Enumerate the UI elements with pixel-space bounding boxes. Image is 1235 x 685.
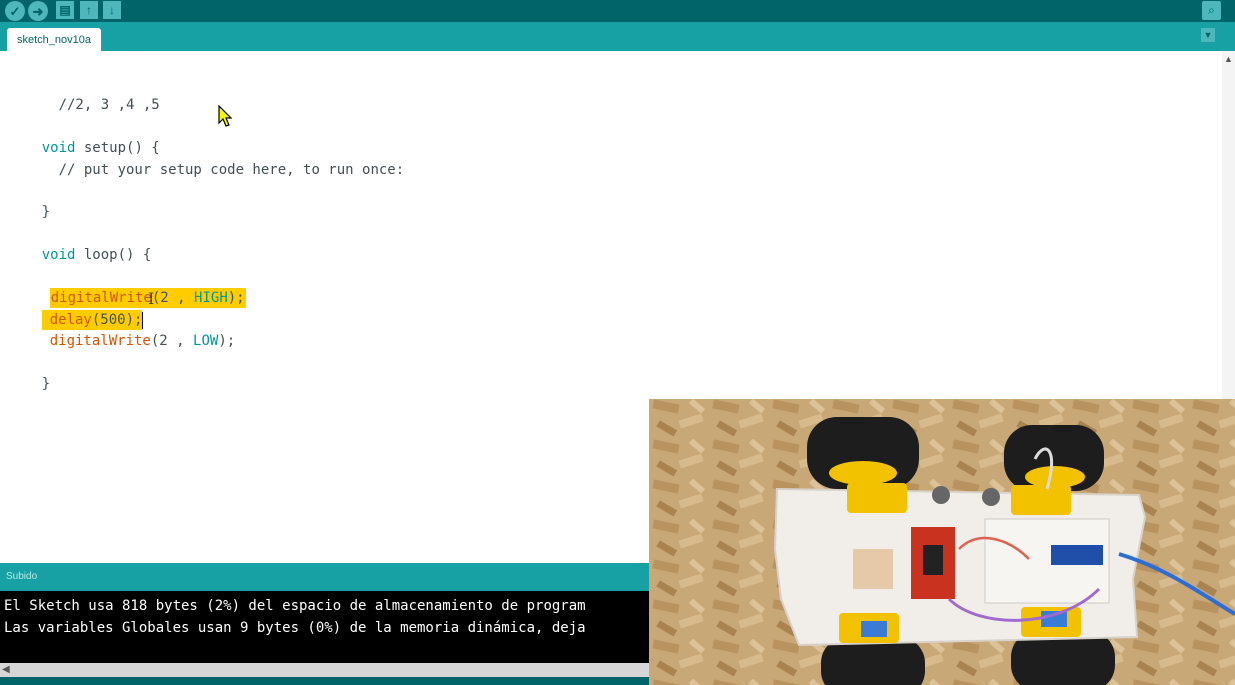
verify-button[interactable]: ✓ xyxy=(5,1,25,21)
code-line: } xyxy=(8,182,50,220)
arrow-right-icon: ➜ xyxy=(32,3,44,19)
upload-button[interactable]: ➜ xyxy=(28,1,48,21)
code-text: } xyxy=(41,376,51,392)
scroll-up-icon[interactable]: ▲ xyxy=(1222,53,1235,65)
toolbar: ✓ ➜ ▤ ↑ ↓ ⌕ xyxy=(0,0,1235,22)
robot-car-image xyxy=(649,399,1235,685)
tab-bar: sketch_nov10a ▼ xyxy=(0,22,1235,51)
code-text: ); xyxy=(218,333,236,349)
code-line: // put your setup code here, to run once… xyxy=(8,140,405,178)
arrow-down-icon: ↓ xyxy=(109,3,115,17)
constant: HIGH xyxy=(194,290,228,306)
function-name: loop xyxy=(75,247,118,263)
console-line: El Sketch usa 818 bytes (2%) del espacio… xyxy=(4,598,586,614)
new-sketch-button[interactable]: ▤ xyxy=(56,1,74,19)
code-text: ); xyxy=(227,290,245,306)
code-line: void setup() { xyxy=(8,118,160,156)
open-sketch-button[interactable]: ↑ xyxy=(80,1,98,19)
file-icon: ▤ xyxy=(59,3,71,17)
save-sketch-button[interactable]: ↓ xyxy=(103,1,121,19)
tab-sketch[interactable]: sketch_nov10a xyxy=(7,28,101,51)
chevron-down-icon: ▼ xyxy=(1203,30,1213,40)
comment-text: // put your setup code here, to run once… xyxy=(41,162,405,178)
constant: LOW xyxy=(193,333,219,349)
tab-label: sketch_nov10a xyxy=(17,33,91,46)
checkmark-icon: ✓ xyxy=(9,3,21,19)
magnifier-icon: ⌕ xyxy=(1208,3,1215,17)
code-line: } xyxy=(8,354,50,392)
code-text: (2 , xyxy=(150,333,194,349)
code-text: (2 , xyxy=(151,290,195,306)
status-text: Subido xyxy=(6,571,38,582)
text-cursor-icon: I xyxy=(148,289,155,308)
webcam-video xyxy=(649,399,1235,685)
code-line-selected: delay(500); xyxy=(8,290,144,330)
scroll-left-icon[interactable]: ◀ xyxy=(2,663,10,677)
code-text: () { xyxy=(117,247,152,263)
mouse-pointer-icon xyxy=(218,105,232,127)
code-line: digitalWrite(2 , LOW); xyxy=(16,311,235,349)
code-line-selected: digitalWrite(2 , HIGH); xyxy=(16,268,246,308)
arrow-up-icon: ↑ xyxy=(86,3,92,17)
code-text: } xyxy=(41,204,51,220)
console-line: Las variables Globales usan 9 bytes (0%)… xyxy=(4,620,586,636)
serial-monitor-button[interactable]: ⌕ xyxy=(1202,1,1221,20)
code-line: void loop() { xyxy=(8,225,152,263)
function-call: digitalWrite xyxy=(49,333,151,349)
tab-menu-button[interactable]: ▼ xyxy=(1201,28,1215,42)
code-line: //2, 3 ,4 ,5 xyxy=(8,75,160,113)
keyword: void xyxy=(41,247,76,263)
comment-text: //2, 3 ,4 ,5 xyxy=(41,97,160,113)
